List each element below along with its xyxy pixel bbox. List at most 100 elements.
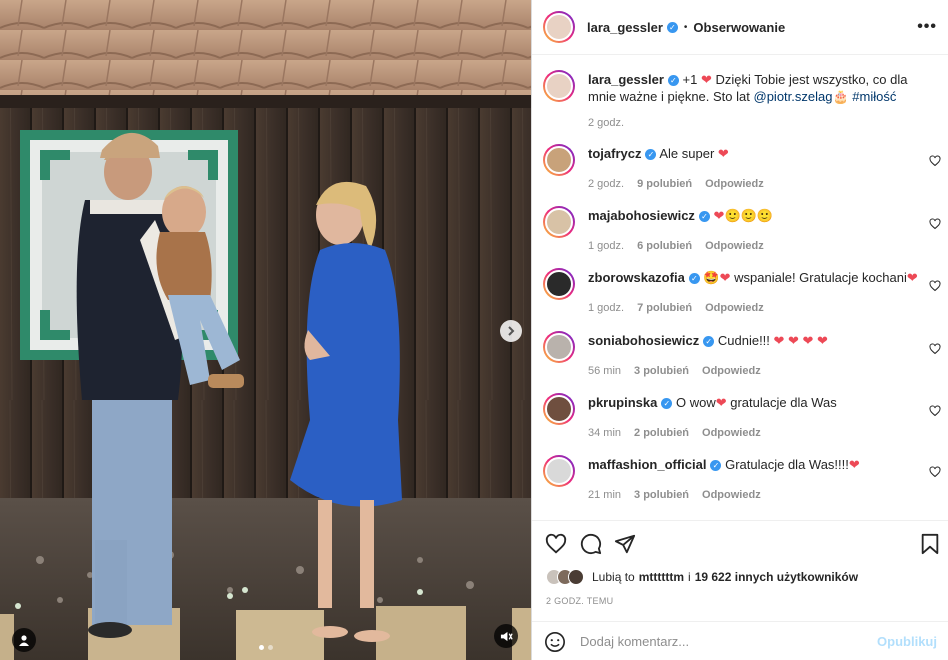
comment-body: Ale super [659,146,715,161]
likes-user-link[interactable]: mttttttm [639,570,684,584]
likes-connector: i [688,570,691,584]
mute-button[interactable] [494,624,518,648]
author-avatar[interactable] [543,11,575,43]
heart-icon[interactable] [929,155,941,167]
mention-link[interactable]: @piotr.szelag [754,89,833,104]
heart-emoji-icon: ❤ [713,208,725,223]
caption-time: 2 godz. [588,117,625,129]
verified-badge-icon: ✓ [688,273,700,285]
commenter-username[interactable]: zborowskazofia [588,270,685,285]
publish-button[interactable]: Opublikuj [877,634,937,649]
comment-meta: 1 godz. 7 polubień Odpowiedz [588,302,764,314]
heart-icon[interactable] [545,533,567,555]
comment-likes[interactable]: 3 polubień [634,489,689,501]
comment-likes[interactable]: 7 polubień [637,302,692,314]
commenter-avatar[interactable] [543,206,575,238]
post-media[interactable] [0,0,531,660]
separator-dot: • [683,21,688,33]
heart-emoji-icon: ❤ [719,270,731,285]
heart-icon[interactable] [929,343,941,355]
comment-time: 1 godz. [588,302,625,314]
more-options-icon[interactable]: ••• [917,18,937,36]
comment-likes[interactable]: 6 polubień [637,240,692,252]
commenter-username[interactable]: majabohosiewicz [588,208,695,223]
comment-time: 1 godz. [588,240,625,252]
starstruck-emoji-icon: 🤩 [703,270,720,285]
commenter-avatar[interactable] [543,268,575,300]
comment-time: 2 godz. [588,178,625,190]
carousel-dot [268,645,273,650]
reply-button[interactable]: Odpowiedz [702,427,761,439]
author-avatar[interactable] [543,70,575,102]
caption-text: lara_gessler ✓ +1 ❤ Dzięki Tobie jest wsz… [588,71,928,105]
comment-body-continued: gratulacje dla Was [730,395,837,410]
comment-likes[interactable]: 9 polubień [637,178,692,190]
comment-body: O wow [675,395,716,410]
comment-text: soniabohosiewicz ✓ Cudnie!!! ❤ ❤ ❤ ❤ [588,332,928,349]
author-username[interactable]: lara_gessler [587,20,663,35]
heart-emoji-icon: ❤ [700,72,712,87]
commenter-avatar[interactable] [543,455,575,487]
reply-button[interactable]: Odpowiedz [702,489,761,501]
comment-text: majabohosiewicz ✓ ❤🙂🙂🙂 [588,207,928,224]
comment-item: majabohosiewicz ✓ ❤🙂🙂🙂 1 godz. 6 polubień… [543,206,943,256]
smile-emoji-icon: 🙂🙂🙂 [724,208,774,223]
comment-likes[interactable]: 3 polubień [634,365,689,377]
following-button[interactable]: Obserwowanie [693,20,785,35]
commenter-avatar[interactable] [543,393,575,425]
reply-button[interactable]: Odpowiedz [702,365,761,377]
post-sidebar: lara_gessler ✓ • Obserwowanie ••• lara_g… [531,0,948,660]
carousel-dots [259,645,273,650]
commenter-avatar[interactable] [543,331,575,363]
commenter-avatar[interactable] [543,144,575,176]
comment-input[interactable] [580,634,878,649]
comment-text: zborowskazofia ✓ 🤩❤ wspaniale! Gratulacje… [588,269,928,286]
comment-text: maffashion_official ✓ Gratulacje dla Was!… [588,456,928,473]
comment-item: soniabohosiewicz ✓ Cudnie!!! ❤ ❤ ❤ ❤ 56 m… [543,331,943,381]
likes-prefix: Lubią to [592,570,635,584]
heart-icon[interactable] [929,280,941,292]
likes-others-link[interactable]: 19 622 innych użytkowników [695,570,858,584]
hashtag-link[interactable]: #miłość [852,89,896,104]
post-time[interactable]: 2 GODZ. TEMU [546,596,613,606]
paper-plane-icon[interactable] [614,533,636,555]
post-photo [0,0,531,660]
add-comment-bar: Opublikuj [532,621,948,660]
heart-emoji-icon: ❤ [715,395,727,410]
heart-icon[interactable] [929,466,941,478]
next-media-button[interactable] [500,320,522,342]
caption-username[interactable]: lara_gessler [588,72,664,87]
comment-body: Cudnie!!! [717,333,770,348]
commenter-username[interactable]: tojafrycz [588,146,641,161]
comments-list[interactable]: lara_gessler ✓ +1 ❤ Dzięki Tobie jest wsz… [532,56,948,520]
comment-item: tojafrycz ✓ Ale super ❤ 2 godz. 9 polubie… [543,144,943,194]
reply-button[interactable]: Odpowiedz [705,302,764,314]
verified-badge-icon: ✓ [667,75,679,87]
caption: lara_gessler ✓ +1 ❤ Dzięki Tobie jest wsz… [543,70,943,146]
comment-meta: 1 godz. 6 polubień Odpowiedz [588,240,764,252]
heart-icon[interactable] [929,405,941,417]
tagged-users-button[interactable] [12,628,36,652]
cake-emoji-icon: 🎂 [832,89,849,104]
verified-badge-icon: ✓ [661,398,673,410]
reply-button[interactable]: Odpowiedz [705,240,764,252]
comment-meta: 2 godz. 9 polubień Odpowiedz [588,178,764,190]
comment-likes[interactable]: 2 polubień [634,427,689,439]
verified-badge-icon: ✓ [698,211,710,223]
commenter-username[interactable]: pkrupinska [588,395,657,410]
likes-summary[interactable]: Lubią to mttttttm i 19 622 innych użytko… [546,569,858,585]
commenter-username[interactable]: maffashion_official [588,457,706,472]
comment-icon[interactable] [580,533,602,555]
reply-button[interactable]: Odpowiedz [705,178,764,190]
bookmark-icon[interactable] [920,533,940,555]
verified-badge-icon: ✓ [666,21,678,33]
post-header: lara_gessler ✓ • Obserwowanie ••• [532,0,948,55]
comment-item: maffashion_official ✓ Gratulacje dla Was!… [543,455,943,505]
carousel-dot [259,645,264,650]
liker-avatar [568,569,584,585]
commenter-username[interactable]: soniabohosiewicz [588,333,699,348]
smiley-icon[interactable] [544,631,566,653]
comment-time: 21 min [588,489,622,501]
heart-icon[interactable] [929,218,941,230]
comment-body: Gratulacje dla Was!!!! [725,457,849,472]
